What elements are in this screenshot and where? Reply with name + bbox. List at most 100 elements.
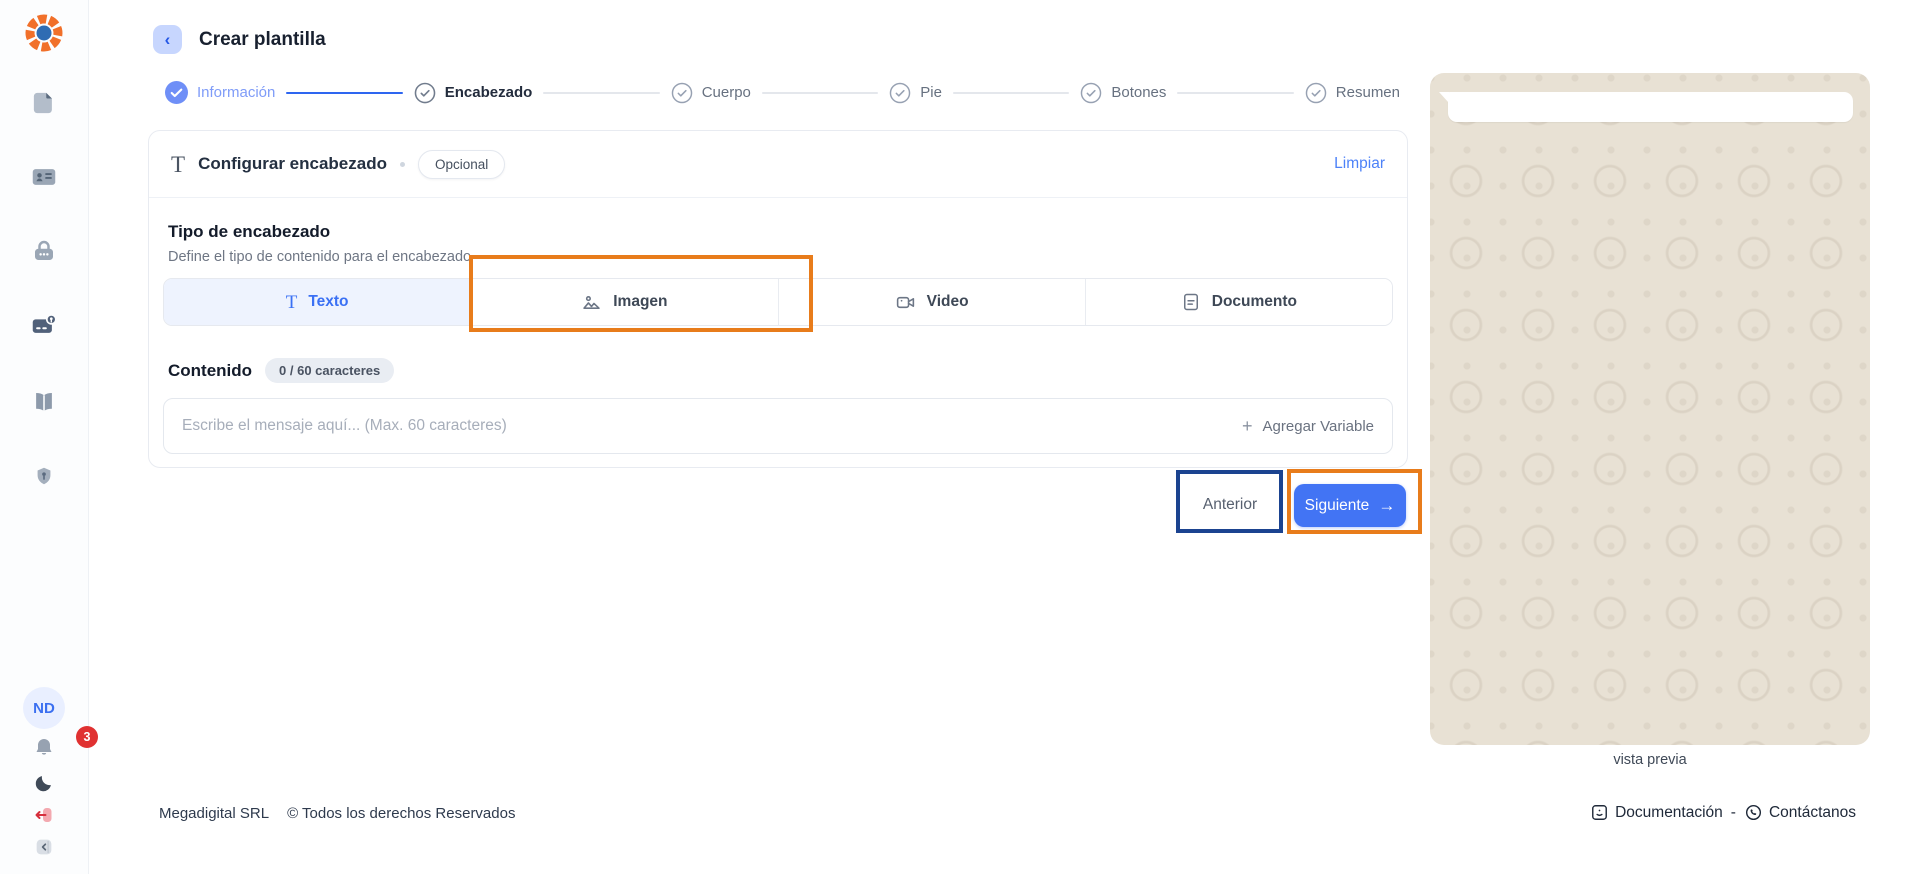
preview-caption: vista previa (1430, 752, 1870, 768)
step-connector (1177, 92, 1293, 94)
footer-right: Documentación - Contáctanos (1590, 803, 1856, 822)
step-label: Botones (1111, 84, 1166, 101)
sidebar-item-payments[interactable] (31, 312, 58, 339)
catalog-book-icon (31, 389, 58, 416)
next-button[interactable]: Siguiente → (1294, 484, 1406, 527)
stepper: Información Encabezado Cuerpo Pie (165, 81, 1400, 104)
collapse-sidebar-icon (33, 836, 55, 858)
add-variable-label: Agregar Variable (1263, 418, 1374, 435)
message-input-container: + Agregar Variable (163, 398, 1393, 454)
sidebar-item-contacts[interactable] (31, 164, 58, 191)
step-connector (762, 92, 878, 94)
arrow-right-icon: → (1378, 497, 1395, 514)
message-input[interactable] (182, 417, 1242, 435)
message-bubble (1448, 92, 1853, 122)
notification-badge: 3 (76, 726, 98, 748)
tab-label: Video (927, 293, 969, 311)
step-label: Encabezado (445, 84, 533, 101)
step-cuerpo[interactable]: Cuerpo (671, 82, 751, 104)
user-avatar[interactable]: ND (23, 687, 65, 729)
optional-badge: Opcional (418, 150, 505, 179)
document-icon (1181, 292, 1201, 312)
add-variable-button[interactable]: + Agregar Variable (1242, 417, 1374, 435)
tab-video[interactable]: Video (778, 279, 1085, 325)
footer-separator: - (1731, 804, 1736, 822)
moon-icon (33, 772, 55, 794)
step-check-outline-icon (671, 82, 693, 104)
notifications-button[interactable]: 3 (0, 735, 88, 759)
privacy-shield-icon (33, 465, 55, 487)
next-button-label: Siguiente (1305, 497, 1370, 515)
payment-card-icon (31, 312, 58, 339)
back-chevron-icon: ‹ (165, 30, 171, 50)
contact-card-icon (31, 164, 58, 191)
type-section-title: Tipo de encabezado (163, 222, 1393, 242)
step-informacion[interactable]: Información (165, 81, 275, 104)
back-button[interactable]: ‹ (153, 25, 182, 54)
dark-mode-toggle[interactable] (33, 772, 55, 794)
brand-logo-icon (21, 10, 67, 56)
tab-documento[interactable]: Documento (1085, 279, 1392, 325)
text-type-icon: T (286, 293, 298, 312)
footer-left: Megadigital SRL © Todos los derechos Res… (159, 805, 515, 822)
step-connector (286, 92, 402, 94)
step-check-outline-icon (889, 82, 911, 104)
sidebar-item-catalog[interactable] (31, 389, 58, 416)
text-type-icon: T (171, 153, 185, 176)
footer-copyright: © Todos los derechos Reservados (287, 805, 515, 822)
tab-label: Documento (1212, 293, 1297, 311)
header-type-tabs: T Texto Imagen Video (163, 278, 1393, 326)
step-label: Cuerpo (702, 84, 751, 101)
character-counter-badge: 0 / 60 caracteres (265, 358, 394, 383)
step-pie[interactable]: Pie (889, 82, 942, 104)
step-label: Pie (920, 84, 942, 101)
documentation-label: Documentación (1615, 804, 1723, 822)
contact-link[interactable]: Contáctanos (1744, 803, 1856, 822)
whatsapp-preview-panel (1430, 73, 1870, 745)
previous-button[interactable]: Anterior (1184, 483, 1276, 527)
card-title: Configurar encabezado (198, 154, 387, 174)
tab-label: Imagen (613, 293, 667, 311)
step-label: Información (197, 84, 275, 101)
step-check-outline-icon (1080, 82, 1102, 104)
app-screen: ND 3 ‹ Crear plantilla (0, 0, 1920, 874)
whatsapp-phone-icon (1744, 803, 1763, 822)
video-icon (895, 292, 916, 313)
collapse-sidebar-button[interactable] (33, 836, 55, 858)
tab-label: Texto (308, 293, 348, 311)
page-title: Crear plantilla (199, 27, 326, 53)
brand-logo (21, 10, 67, 56)
step-botones[interactable]: Botones (1080, 82, 1166, 104)
footer-company: Megadigital SRL (159, 805, 269, 822)
header-config-card: T Configurar encabezado Opcional Limpiar… (148, 130, 1408, 468)
documents-icon (31, 90, 58, 117)
logout-icon (32, 803, 56, 827)
avatar-initials: ND (23, 687, 65, 729)
documentation-icon (1590, 803, 1609, 822)
lock-icon (31, 238, 58, 265)
step-connector (543, 92, 659, 94)
step-connector (953, 92, 1069, 94)
plus-icon: + (1242, 417, 1253, 435)
card-header: T Configurar encabezado Opcional Limpiar (149, 131, 1407, 198)
content-section-title: Contenido (168, 361, 252, 381)
step-encabezado[interactable]: Encabezado (414, 82, 533, 104)
card-body: Tipo de encabezado Define el tipo de con… (149, 198, 1407, 454)
tab-texto[interactable]: T Texto (164, 279, 470, 325)
step-check-outline-icon (1305, 82, 1327, 104)
sidebar-item-privacy[interactable] (33, 465, 55, 487)
documentation-link[interactable]: Documentación (1590, 803, 1723, 822)
clear-link[interactable]: Limpiar (1334, 155, 1385, 173)
logout-button[interactable] (32, 803, 56, 827)
step-check-done-icon (165, 81, 188, 104)
bell-icon (32, 735, 56, 759)
sidebar-item-documents[interactable] (31, 90, 58, 117)
contact-label: Contáctanos (1769, 804, 1856, 822)
step-resumen[interactable]: Resumen (1305, 82, 1400, 104)
tab-imagen[interactable]: Imagen (470, 279, 777, 325)
sidebar: ND 3 (0, 0, 89, 874)
image-icon (581, 292, 602, 313)
sidebar-item-security[interactable] (31, 238, 58, 265)
dot-separator (400, 162, 405, 167)
step-check-outline-icon (414, 82, 436, 104)
